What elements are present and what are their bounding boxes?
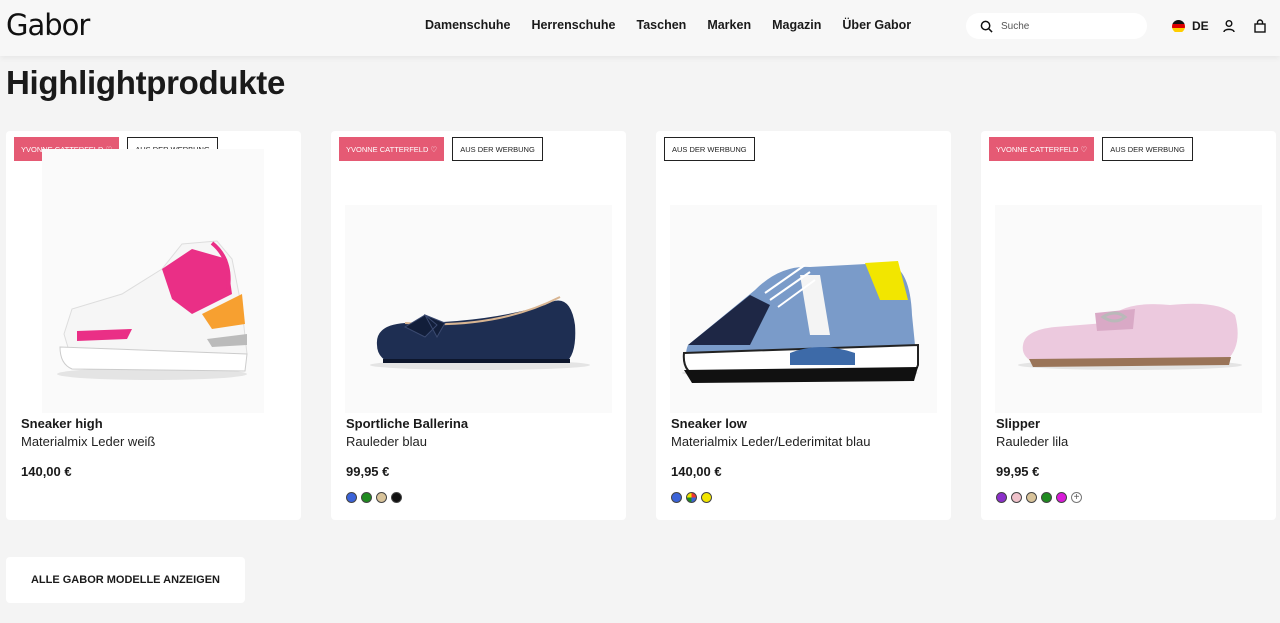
swatch-yellow[interactable] <box>701 492 712 503</box>
more-colors-plus-icon[interactable]: + <box>1071 492 1082 503</box>
nav-ueber-gabor[interactable]: Über Gabor <box>842 18 911 32</box>
product-card[interactable]: YVONNE CATTERFELD ♡ AUS DER WERBUNG Slip… <box>981 131 1276 520</box>
main-nav: Damenschuhe Herrenschuhe Taschen Marken … <box>425 18 932 32</box>
ballerina-illustration <box>370 296 590 370</box>
product-price: 99,95 € <box>346 464 390 479</box>
product-name[interactable]: Sneaker high <box>21 416 103 431</box>
product-image-ballerina[interactable] <box>345 205 612 413</box>
page-title: Highlightprodukte <box>6 64 286 101</box>
search-icon <box>980 20 993 33</box>
nav-herrenschuhe[interactable]: Herrenschuhe <box>531 18 615 32</box>
badge-aus-der-werbung[interactable]: AUS DER WERBUNG <box>1102 137 1193 161</box>
sneaker-low-illustration <box>682 261 919 383</box>
swatch-black[interactable] <box>391 492 402 503</box>
product-price: 140,00 € <box>671 464 722 479</box>
product-name[interactable]: Sneaker low <box>671 416 747 431</box>
site-header: Gabor Damenschuhe Herrenschuhe Taschen M… <box>0 0 1280 56</box>
swatch-purple[interactable] <box>996 492 1007 503</box>
product-image-sneaker-low[interactable] <box>670 205 937 413</box>
product-card[interactable]: YVONNE CATTERFELD ♡ AUS DER WERBUNG Spor… <box>331 131 626 520</box>
badge-yvonne-catterfeld[interactable]: YVONNE CATTERFELD ♡ <box>989 137 1095 161</box>
product-name[interactable]: Slipper <box>996 416 1040 431</box>
badge-row: YVONNE CATTERFELD ♡ AUS DER WERBUNG <box>339 137 543 161</box>
sneaker-high-illustration <box>57 240 248 380</box>
swatch-blue[interactable] <box>346 492 357 503</box>
badge-aus-der-werbung[interactable]: AUS DER WERBUNG <box>452 137 543 161</box>
swatch-multicolor[interactable] <box>686 492 697 503</box>
badge-row: AUS DER WERBUNG <box>664 137 755 161</box>
product-description: Rauleder blau <box>346 434 427 449</box>
language-selector[interactable]: DE <box>1172 19 1209 33</box>
nav-damenschuhe[interactable]: Damenschuhe <box>425 18 510 32</box>
color-swatches <box>346 492 402 503</box>
color-swatches: + <box>996 492 1082 503</box>
show-all-models-button[interactable]: ALLE GABOR MODELLE ANZEIGEN <box>6 557 245 603</box>
swatch-green[interactable] <box>361 492 372 503</box>
badge-row: YVONNE CATTERFELD ♡ AUS DER WERBUNG <box>989 137 1193 161</box>
nav-marken[interactable]: Marken <box>707 18 751 32</box>
swatch-magenta[interactable] <box>1056 492 1067 503</box>
product-card[interactable]: AUS DER WERBUNG Sneaker low Materialmix … <box>656 131 951 520</box>
shopping-bag-icon[interactable] <box>1253 19 1267 33</box>
slipper-illustration <box>1018 303 1242 370</box>
nav-taschen[interactable]: Taschen <box>637 18 687 32</box>
search-box[interactable] <box>966 13 1147 39</box>
badge-aus-der-werbung[interactable]: AUS DER WERBUNG <box>664 137 755 161</box>
search-input[interactable] <box>1001 20 1131 32</box>
swatch-green[interactable] <box>1041 492 1052 503</box>
badge-yvonne-catterfeld[interactable]: YVONNE CATTERFELD ♡ <box>339 137 445 161</box>
product-image-slipper[interactable] <box>995 205 1262 413</box>
product-price: 140,00 € <box>21 464 72 479</box>
swatch-beige[interactable] <box>376 492 387 503</box>
product-description: Materialmix Leder/Lederimitat blau <box>671 434 871 449</box>
gabor-logo[interactable]: Gabor <box>6 8 90 42</box>
german-flag-icon <box>1172 19 1185 33</box>
product-name[interactable]: Sportliche Ballerina <box>346 416 468 431</box>
swatch-blue[interactable] <box>671 492 682 503</box>
swatch-beige[interactable] <box>1026 492 1037 503</box>
product-card[interactable]: YVONNE CATTERFELD ♡ AUS DER WERBUNG Snea… <box>6 131 301 520</box>
product-description: Rauleder lila <box>996 434 1069 449</box>
color-swatches <box>671 492 712 503</box>
product-image-sneaker-high[interactable] <box>42 149 264 413</box>
product-description: Materialmix Leder weiß <box>21 434 156 449</box>
nav-magazin[interactable]: Magazin <box>772 18 821 32</box>
language-label: DE <box>1192 19 1209 33</box>
user-icon[interactable] <box>1222 19 1236 33</box>
swatch-rose[interactable] <box>1011 492 1022 503</box>
product-price: 99,95 € <box>996 464 1040 479</box>
